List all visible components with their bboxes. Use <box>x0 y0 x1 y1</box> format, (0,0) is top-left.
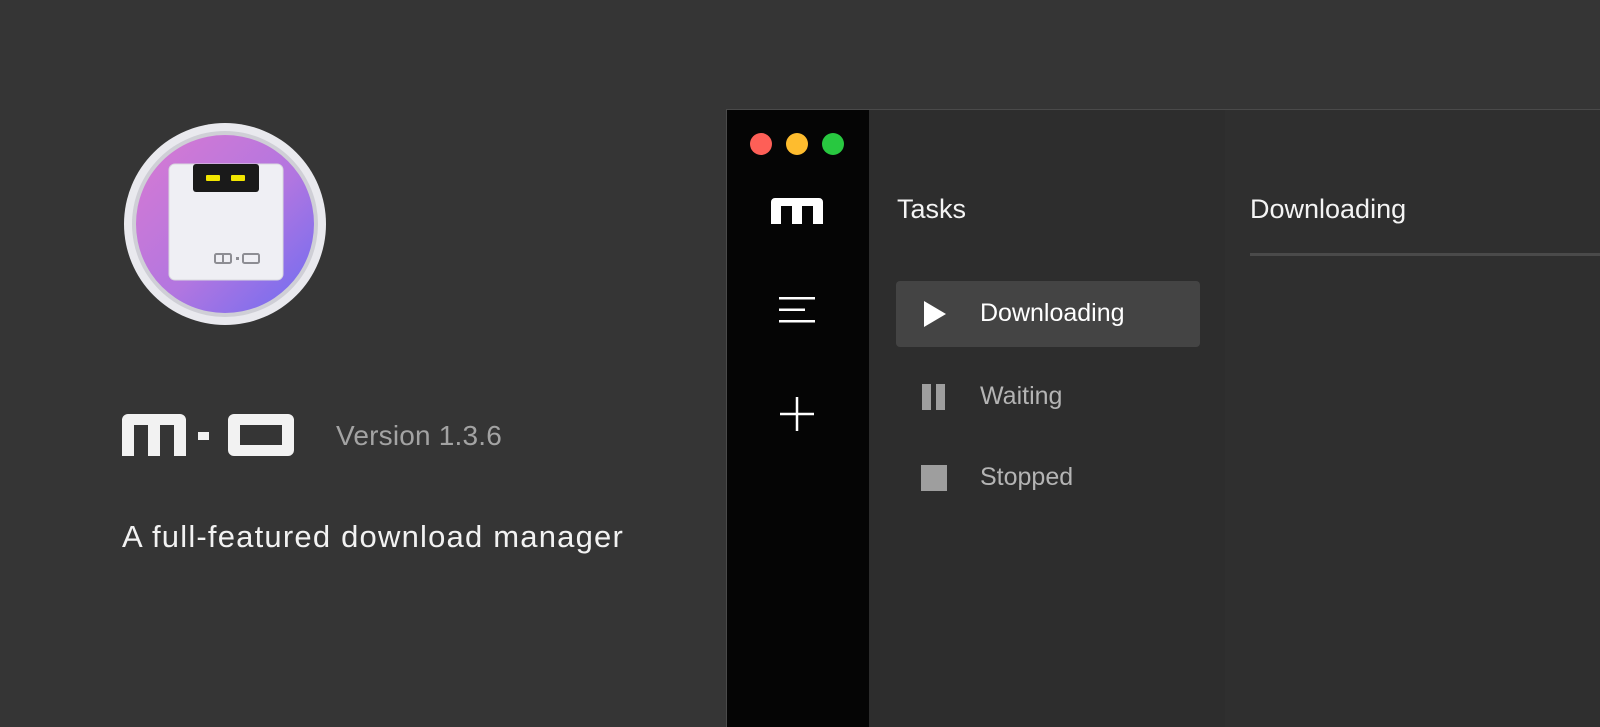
task-item-waiting[interactable]: Waiting <box>896 364 1200 430</box>
nav-rail <box>727 110 869 727</box>
screen: Version 1.3.6 A full-featured download m… <box>0 0 1600 727</box>
window-maximize-button[interactable] <box>822 133 844 155</box>
content-divider <box>1250 253 1600 256</box>
task-item-stopped[interactable]: Stopped <box>896 445 1200 511</box>
content-area: Downloading <box>1225 110 1600 727</box>
plus-icon[interactable] <box>779 396 815 432</box>
app-icon <box>123 122 327 326</box>
window-minimize-button[interactable] <box>786 133 808 155</box>
task-item-downloading[interactable]: Downloading <box>896 281 1200 347</box>
window-close-button[interactable] <box>750 133 772 155</box>
panel-title: Tasks <box>897 194 967 224</box>
task-panel: Tasks Downloading Waiting Stopped <box>869 110 1225 727</box>
task-item-label: Downloading <box>980 299 1125 327</box>
content-title: Downloading <box>1250 194 1407 224</box>
pause-icon <box>918 381 950 413</box>
tagline-text: A full-featured download manager <box>122 519 624 554</box>
menu-icon[interactable] <box>777 294 817 326</box>
play-icon <box>918 298 950 330</box>
task-item-label: Waiting <box>980 382 1063 410</box>
app-window: Tasks Downloading Waiting Stopped Downlo… <box>727 110 1600 727</box>
app-wordmark <box>122 414 294 456</box>
rail-logo-icon <box>771 198 823 224</box>
version-text: Version 1.3.6 <box>336 420 503 451</box>
task-item-label: Stopped <box>980 463 1074 491</box>
stop-icon <box>918 462 950 494</box>
